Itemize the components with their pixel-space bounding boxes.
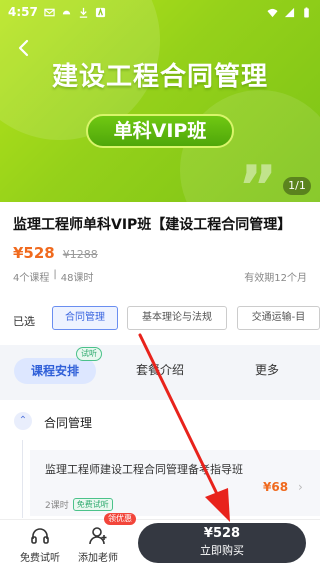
- current-price: ¥528: [13, 244, 55, 262]
- free-trial-tag: 免费试听: [72, 498, 113, 511]
- text-icon: [95, 7, 105, 17]
- buy-price: ¥528: [203, 526, 241, 541]
- chip-transportation[interactable]: 交通运输-目: [237, 306, 320, 330]
- lesson-item[interactable]: 监理工程师建设工程合同管理备考指导班 ¥68 › 2课时 免费试听: [30, 450, 320, 516]
- banner-title: 建设工程合同管理: [51, 62, 268, 92]
- chevron-left-icon: [18, 39, 29, 57]
- banner-badge: 单科VIP班: [86, 114, 234, 148]
- lesson-hours: 2课时: [45, 501, 69, 511]
- validity-period: 有效期12个月: [244, 273, 307, 284]
- add-teacher-button[interactable]: 添加老师: [68, 526, 128, 564]
- quote-mark-decoration: ”: [238, 153, 278, 223]
- lesson-price: ¥68: [263, 480, 289, 494]
- free-trial-button[interactable]: 免费试听: [10, 526, 70, 564]
- price-row: ¥528 ¥1288: [13, 244, 98, 262]
- wifi-icon: [267, 8, 278, 17]
- selected-label: 已选: [13, 315, 35, 328]
- chapter-title: 合同管理: [44, 416, 93, 430]
- tab-bar: 课程安排 套餐介绍 更多: [0, 345, 320, 400]
- tab-more[interactable]: 更多: [255, 361, 279, 378]
- page-indicator: 1/1: [283, 177, 311, 195]
- course-count: 4个课程: [13, 273, 50, 284]
- back-button[interactable]: [14, 38, 34, 58]
- lesson-meta: 2课时 免费试听: [45, 498, 113, 511]
- trial-tag: 试听: [76, 347, 102, 361]
- status-bar: 4:57: [0, 0, 320, 24]
- meta-divider: |: [53, 269, 57, 280]
- original-price: ¥1288: [62, 248, 98, 261]
- tab-course-schedule[interactable]: 课程安排: [14, 358, 96, 384]
- chevron-right-icon: ›: [298, 480, 303, 494]
- timeline-line: [22, 440, 23, 518]
- status-time: 4:57: [8, 5, 38, 19]
- android-icon: [62, 10, 71, 14]
- headphones-icon: [31, 528, 49, 544]
- chip-basic-theory[interactable]: 基本理论与法规: [127, 306, 227, 330]
- download-icon: [79, 7, 88, 18]
- free-trial-label: 免费试听: [20, 553, 60, 564]
- lesson-title: 监理工程师建设工程合同管理备考指导班: [45, 463, 243, 476]
- signal-icon: [284, 7, 295, 17]
- chevron-up-icon: ⌃: [14, 412, 32, 430]
- course-hours: 48课时: [60, 273, 94, 284]
- gmail-icon: [44, 8, 55, 16]
- coupon-tag[interactable]: 领优惠: [104, 513, 136, 525]
- buy-now-button[interactable]: ¥528 立即购买: [138, 523, 306, 563]
- course-meta: 4个课程 | 48课时: [13, 269, 93, 284]
- add-user-icon: [89, 527, 107, 545]
- battery-icon: [304, 6, 309, 18]
- buy-label: 立即购买: [200, 544, 244, 557]
- chip-contract-management[interactable]: 合同管理: [52, 306, 118, 330]
- chapter-row[interactable]: ⌃ 合同管理: [0, 400, 320, 444]
- add-teacher-label: 添加老师: [78, 553, 118, 564]
- tab-package-intro[interactable]: 套餐介绍: [136, 361, 184, 378]
